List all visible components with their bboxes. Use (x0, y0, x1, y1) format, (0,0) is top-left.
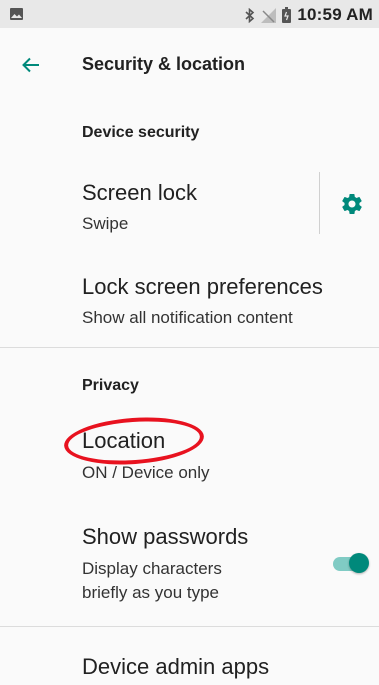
status-bar: 10:59 AM (0, 0, 379, 28)
toggle-thumb (349, 553, 369, 573)
show-passwords-summary-line2: briefly as you type (82, 583, 220, 602)
show-passwords-summary-line1: Display characters (82, 559, 222, 578)
location-title: Location (82, 428, 166, 453)
page-title: Security & location (82, 54, 246, 74)
vertical-divider (319, 172, 320, 234)
section-header-privacy: Privacy (82, 377, 139, 394)
screen-lock-summary: Swipe (82, 214, 129, 233)
section-divider (0, 626, 379, 627)
device-admin-apps-title: Device admin apps (82, 654, 270, 679)
image-notification-icon (10, 8, 23, 20)
gear-icon[interactable] (340, 192, 364, 216)
status-time: 10:59 AM (297, 5, 373, 24)
lock-screen-preferences-summary: Show all notification content (82, 308, 293, 327)
show-passwords-title: Show passwords (82, 524, 249, 549)
app-bar: Security & location (0, 28, 379, 104)
section-header-device-security: Device security (82, 124, 200, 141)
lock-screen-preferences-title: Lock screen preferences (82, 274, 323, 299)
section-divider (0, 347, 379, 348)
battery-icon (282, 7, 292, 23)
show-passwords-toggle[interactable] (333, 553, 369, 575)
back-arrow-icon[interactable] (20, 54, 42, 76)
location-summary: ON / Device only (82, 463, 210, 482)
screen-lock-title: Screen lock (82, 180, 197, 205)
bluetooth-icon (245, 7, 255, 23)
signal-off-icon (261, 7, 277, 23)
